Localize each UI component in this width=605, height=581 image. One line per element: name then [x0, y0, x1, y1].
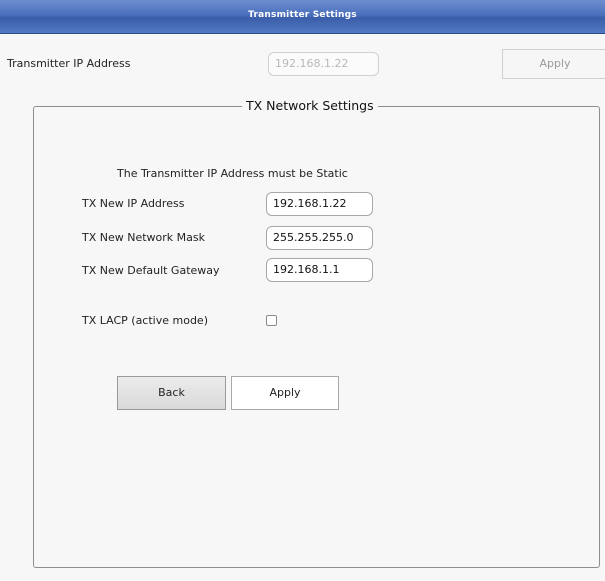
new-ip-input[interactable]: 192.168.1.22: [266, 192, 373, 216]
top-apply-button[interactable]: Apply: [502, 49, 605, 79]
transmitter-ip-label: Transmitter IP Address: [7, 57, 131, 70]
group-legend: TX Network Settings: [242, 98, 378, 113]
lacp-checkbox[interactable]: [266, 315, 277, 326]
network-mask-input[interactable]: 255.255.255.0: [266, 226, 373, 250]
lacp-label: TX LACP (active mode): [82, 314, 208, 327]
back-button[interactable]: Back: [117, 376, 226, 410]
network-mask-label: TX New Network Mask: [82, 231, 205, 244]
window-title: Transmitter Settings: [248, 10, 357, 20]
title-bar: Transmitter Settings: [0, 0, 605, 34]
default-gateway-label: TX New Default Gateway: [82, 264, 220, 277]
static-ip-note: The Transmitter IP Address must be Stati…: [117, 167, 348, 180]
new-ip-label: TX New IP Address: [82, 197, 185, 210]
transmitter-ip-field: 192.168.1.22: [268, 52, 379, 76]
apply-button[interactable]: Apply: [231, 376, 339, 410]
default-gateway-input[interactable]: 192.168.1.1: [266, 258, 373, 282]
